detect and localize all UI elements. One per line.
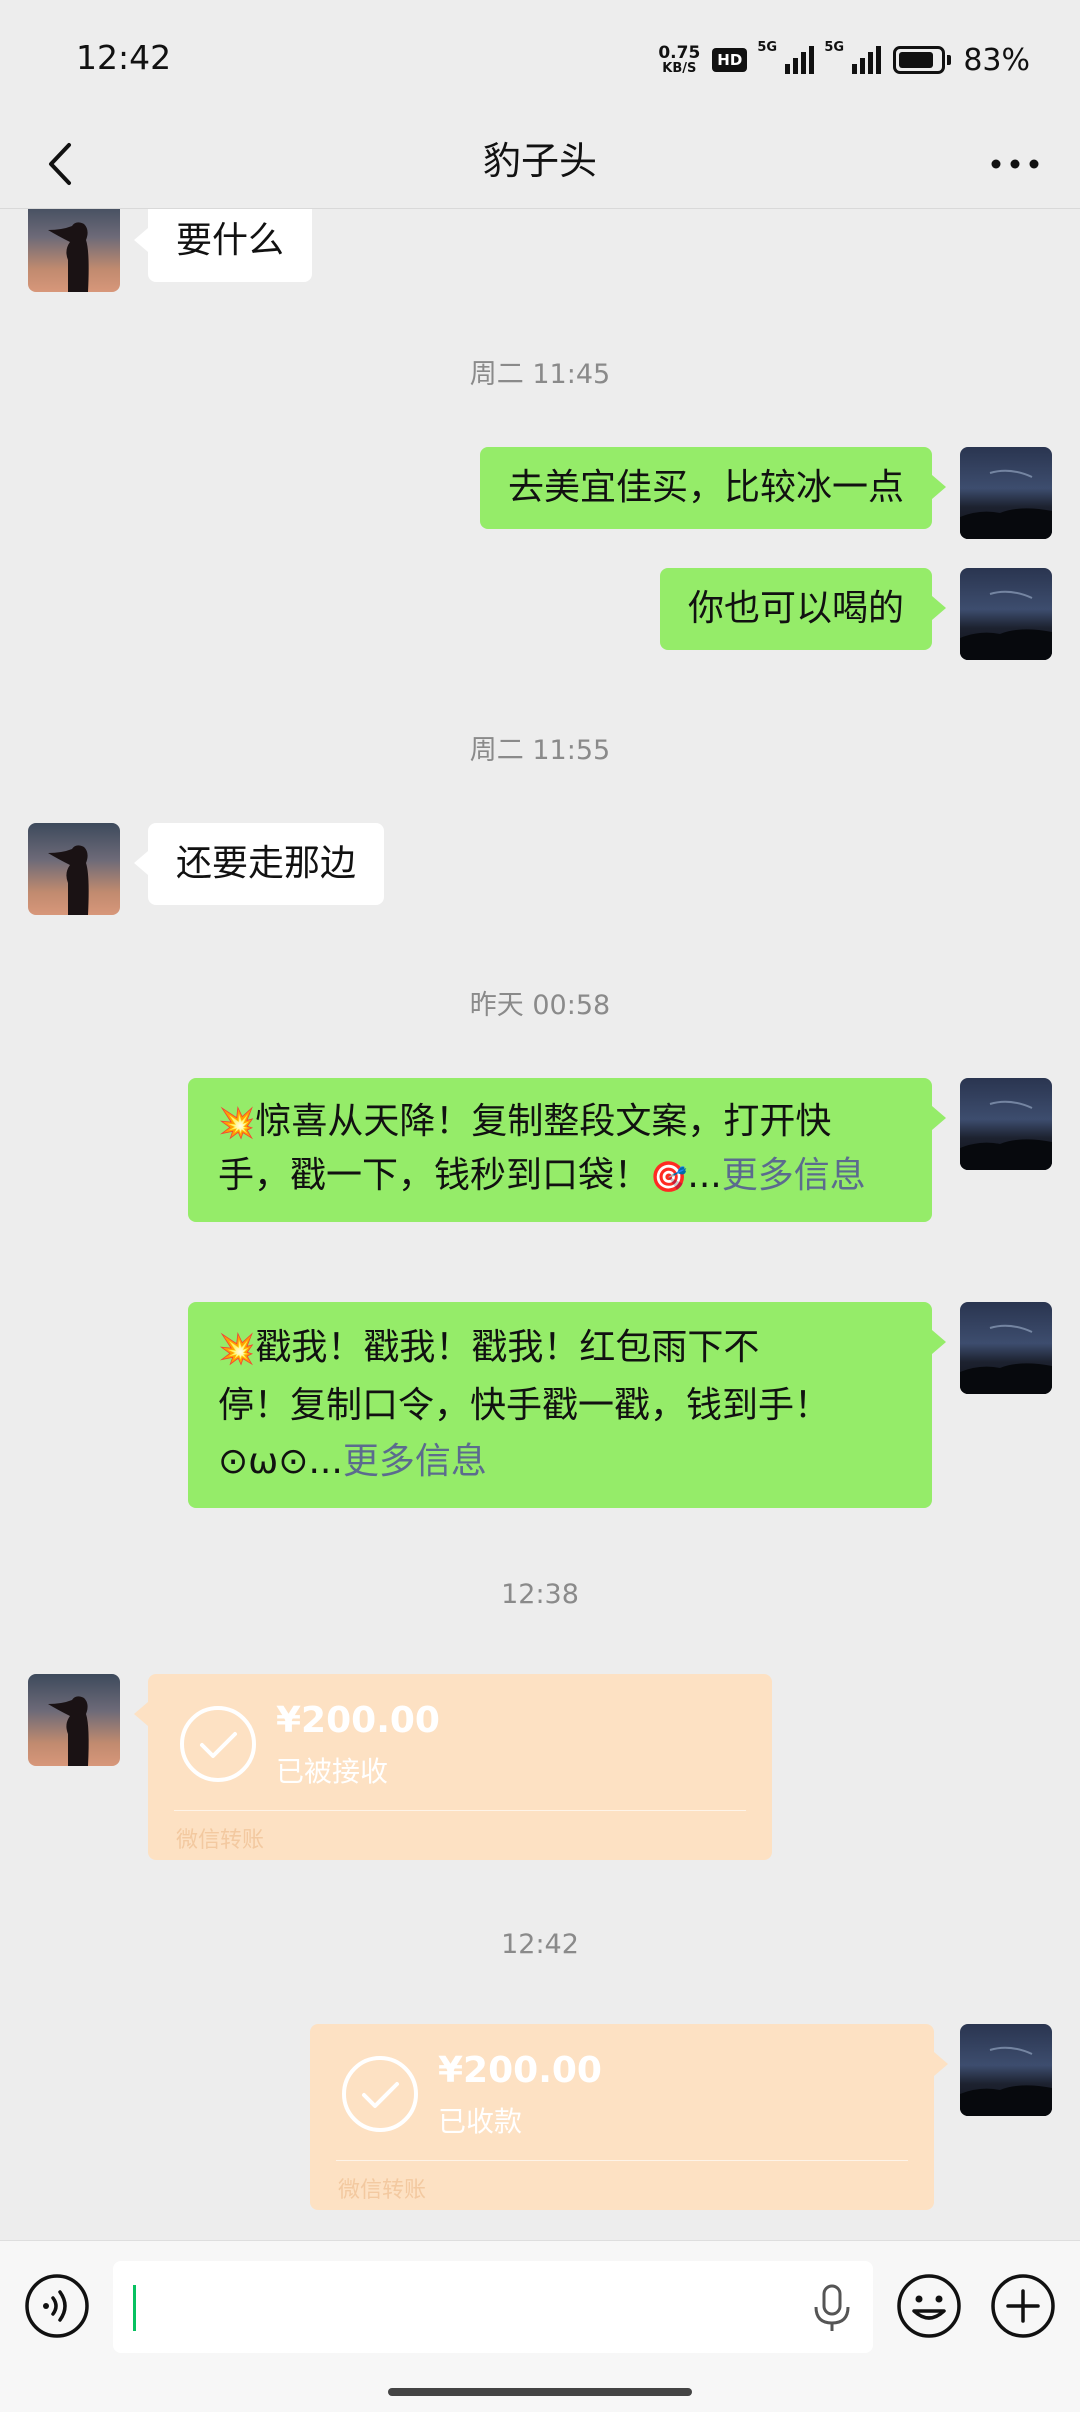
chat-title: 豹子头 [482, 139, 597, 183]
battery-icon [893, 46, 952, 74]
message-bubble-sent[interactable]: 💥戳我！戳我！戳我！红包雨下不 停！复制口令，快手戳一戳，钱到手！ ⊙ω⊙...… [188, 1302, 946, 1508]
timestamp: 12:38 [501, 1579, 579, 1610]
text-caret [133, 2285, 136, 2331]
transfer-brand: 微信转账 [338, 2178, 427, 2203]
message-text: 你也可以喝的 [687, 588, 904, 629]
message-bubble-received[interactable]: 还要走那边 [133, 823, 385, 905]
message-bubble-sent[interactable]: 你也可以喝的 [659, 568, 947, 650]
message-bubble-received[interactable]: 要什么 [133, 209, 313, 282]
timestamp: 昨天 00:58 [469, 990, 611, 1021]
collision-emoji: 💥 [218, 1106, 256, 1141]
message-text-line: 惊喜从天降！复制整段文案，打开快 [255, 1101, 832, 1142]
more-info-link[interactable]: 更多信息 [722, 1155, 866, 1196]
chat-header: 豹子头 [0, 120, 1080, 208]
network-speed: 0.75 KB/S [658, 43, 701, 76]
timestamp: 周二 11:55 [469, 735, 611, 766]
transfer-status: 已收款 [438, 2105, 523, 2138]
timestamp: 周二 11:45 [469, 359, 611, 390]
voice-icon[interactable] [24, 2273, 90, 2339]
message-text-line: 停！复制口令，快手戳一戳，钱到手！ [218, 1385, 831, 1426]
signal-2-label: 5G [824, 40, 845, 55]
transfer-brand: 微信转账 [176, 1828, 265, 1853]
status-indicators: 0.75 KB/S HD 5G 5G 83% [658, 40, 1030, 80]
message-text: 还要走那边 [176, 843, 357, 884]
message-text: 要什么 [176, 220, 285, 261]
signal-2-icon: 5G [824, 40, 882, 74]
status-bar: 12:42 0.75 KB/S HD 5G 5G 83% [0, 0, 1080, 120]
message-bubble-sent[interactable]: 💥惊喜从天降！复制整段文案，打开快 手，戳一下，钱秒到口袋！🎯...更多信息 [188, 1078, 946, 1222]
signal-1-icon: 5G [757, 40, 815, 74]
my-avatar[interactable] [960, 1302, 1052, 1394]
more-dots-icon[interactable] [980, 134, 1050, 194]
battery-percent: 83% [963, 42, 1030, 78]
chat-message-list[interactable]: 要什么 周二 11:45 去美宜佳买，比较冰一点 你也可以喝的 周二 11:55… [0, 209, 1080, 2240]
microphone-icon[interactable] [808, 2283, 856, 2333]
my-avatar[interactable] [960, 568, 1052, 660]
message-text-line: 手，戳一下，钱秒到口袋！ [218, 1155, 651, 1196]
transfer-card-sent[interactable]: ¥200.00 已收款 微信转账 [310, 2024, 948, 2210]
collision-emoji: 💥 [218, 1332, 256, 1367]
emoji-icon[interactable] [896, 2273, 962, 2339]
signal-1-label: 5G [757, 40, 778, 55]
ellipsis: ... [687, 1155, 722, 1196]
transfer-divider [174, 1810, 746, 1811]
my-avatar[interactable] [960, 447, 1052, 539]
message-bubble-sent[interactable]: 去美宜佳买，比较冰一点 [479, 447, 947, 529]
status-time: 12:42 [76, 38, 172, 77]
chat-input-bar [0, 2240, 1080, 2412]
contact-avatar[interactable] [28, 823, 120, 915]
message-text-line: 戳我！戳我！戳我！红包雨下不 [255, 1327, 760, 1368]
timestamp: 12:42 [501, 1929, 579, 1960]
more-info-link[interactable]: 更多信息 [343, 1441, 487, 1482]
contact-avatar[interactable] [28, 1674, 120, 1766]
my-avatar[interactable] [960, 2024, 1052, 2116]
network-speed-value: 0.75 [658, 43, 701, 63]
target-emoji: 🎯 [650, 1160, 688, 1195]
message-text-line: ⊙ω⊙... [218, 1441, 343, 1482]
message-text: 去美宜佳买，比较冰一点 [507, 467, 904, 508]
home-indicator[interactable] [388, 2388, 692, 2396]
check-circle-icon [180, 1706, 256, 1782]
hd-badge: HD [712, 48, 748, 72]
message-input[interactable] [113, 2261, 873, 2353]
transfer-divider [336, 2160, 908, 2161]
transfer-amount: ¥200.00 [438, 2050, 602, 2091]
check-circle-icon [342, 2056, 418, 2132]
my-avatar[interactable] [960, 1078, 1052, 1170]
contact-avatar[interactable] [28, 209, 120, 292]
plus-icon[interactable] [990, 2273, 1056, 2339]
transfer-status: 已被接收 [276, 1755, 389, 1788]
network-speed-unit: KB/S [662, 61, 697, 76]
transfer-card-received[interactable]: ¥200.00 已被接收 微信转账 [134, 1674, 772, 1860]
transfer-amount: ¥200.00 [276, 1700, 440, 1741]
